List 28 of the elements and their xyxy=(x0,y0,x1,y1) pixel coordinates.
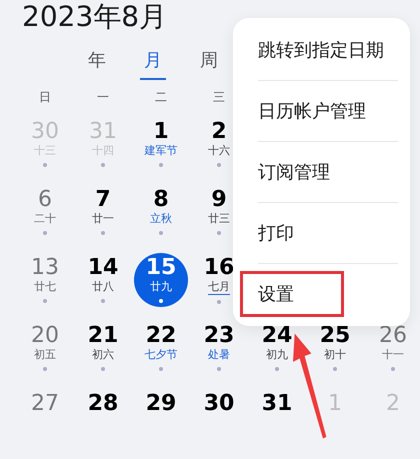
day-cell[interactable]: 21 初六 xyxy=(78,321,128,375)
day-cell[interactable]: 6 二十 xyxy=(20,185,70,239)
day-cell[interactable]: 27 xyxy=(20,389,70,443)
menu-item[interactable]: 订阅管理 xyxy=(240,149,345,195)
weekday-label: 日 xyxy=(39,89,51,106)
weekday-label: 三 xyxy=(213,89,225,106)
view-tab[interactable]: 年 xyxy=(84,44,110,80)
day-cell[interactable]: 28 xyxy=(78,389,128,443)
menu-item[interactable]: 打印 xyxy=(240,210,309,256)
day-cell[interactable]: 7 廿一 xyxy=(78,185,128,239)
day-cell[interactable]: 31 xyxy=(252,389,302,443)
view-tab[interactable]: 月 xyxy=(140,44,166,80)
month-title: 2023年8月 xyxy=(22,0,168,34)
day-cell[interactable]: 13 廿七 xyxy=(20,253,70,307)
weekday-label: 一 xyxy=(97,89,109,106)
menu-item[interactable]: 设置 xyxy=(240,271,344,317)
menu-item[interactable]: 日历帐户管理 xyxy=(240,88,381,134)
day-cell[interactable]: 22 七夕节 xyxy=(136,321,186,375)
day-cell[interactable]: 8 立秋 xyxy=(136,185,186,239)
day-cell[interactable]: 1 建军节 xyxy=(136,117,186,171)
weekday-label: 二 xyxy=(155,89,167,106)
menu-item[interactable]: 跳转到指定日期 xyxy=(240,27,399,73)
view-tab[interactable]: 周 xyxy=(196,44,222,80)
day-cell[interactable]: 15 廿九 xyxy=(134,253,188,307)
day-cell[interactable]: 30 xyxy=(194,389,244,443)
day-cell[interactable]: 14 廿八 xyxy=(78,253,128,307)
day-cell[interactable]: 29 xyxy=(136,389,186,443)
day-cell[interactable]: 20 初五 xyxy=(20,321,70,375)
